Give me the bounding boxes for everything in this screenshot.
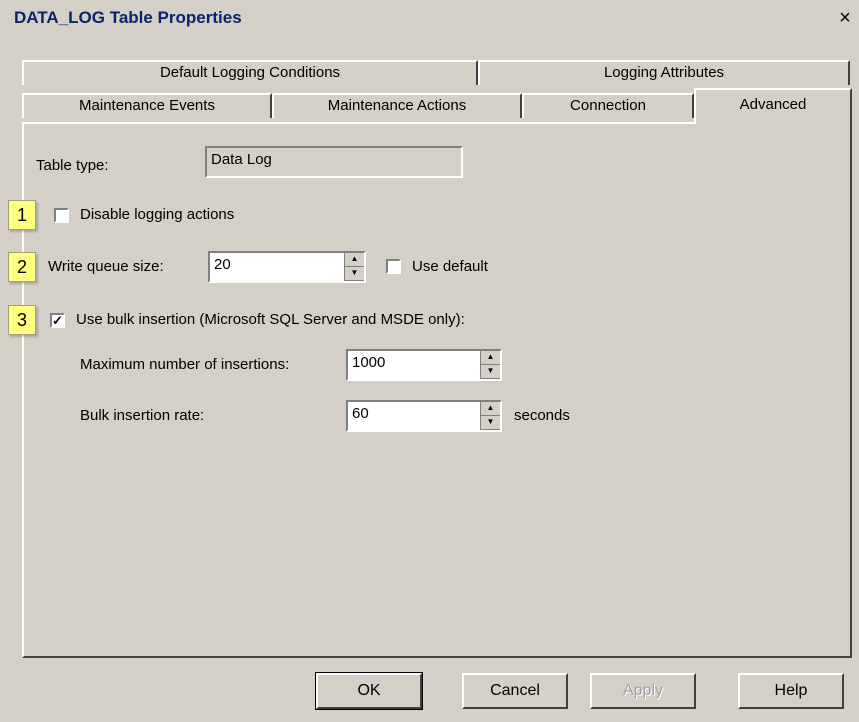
- max-insertions-label: Maximum number of insertions:: [80, 356, 290, 373]
- tab-maintenance-events[interactable]: Maintenance Events: [22, 93, 272, 118]
- spin-down-icon[interactable]: ▼: [481, 416, 500, 430]
- write-queue-spinner[interactable]: ▲ ▼: [344, 253, 364, 281]
- max-insertions-spinner[interactable]: ▲ ▼: [480, 351, 500, 379]
- spin-up-icon[interactable]: ▲: [481, 351, 500, 365]
- tab-label: Maintenance Actions: [327, 97, 467, 114]
- tab-label: Maintenance Events: [79, 97, 215, 114]
- bulk-rate-value: 60: [352, 405, 369, 422]
- bulk-insertion-checkbox[interactable]: ✓: [50, 313, 65, 328]
- callout-3: 3: [8, 305, 36, 335]
- write-queue-value: 20: [214, 256, 231, 273]
- disable-logging-label: Disable logging actions: [80, 206, 235, 223]
- tab-label: Default Logging Conditions: [159, 64, 341, 81]
- title-bar: DATA_LOG Table Properties ×: [0, 0, 859, 38]
- use-default-checkbox[interactable]: [386, 259, 401, 274]
- table-type-label: Table type:: [36, 157, 109, 174]
- disable-logging-checkbox[interactable]: [54, 208, 69, 223]
- write-queue-input[interactable]: 20 ▲ ▼: [208, 251, 366, 283]
- bulk-rate-spinner[interactable]: ▲ ▼: [480, 402, 500, 430]
- bulk-insertion-label: Use bulk insertion (Microsoft SQL Server…: [76, 311, 465, 328]
- tab-label: Connection: [570, 97, 646, 114]
- tab-connection[interactable]: Connection: [522, 93, 694, 118]
- cancel-button[interactable]: Cancel: [462, 673, 568, 709]
- tab-label: Advanced: [739, 96, 807, 113]
- tab-label: Logging Attributes: [603, 64, 725, 81]
- table-type-value: Data Log: [211, 151, 272, 168]
- spin-up-icon[interactable]: ▲: [481, 402, 500, 416]
- spin-up-icon[interactable]: ▲: [345, 253, 364, 267]
- use-default-label: Use default: [412, 258, 488, 275]
- table-type-field: Data Log: [205, 146, 463, 178]
- spin-down-icon[interactable]: ▼: [481, 365, 500, 379]
- window-title: DATA_LOG Table Properties: [14, 8, 242, 27]
- bulk-rate-input[interactable]: 60 ▲ ▼: [346, 400, 502, 432]
- tab-default-logging-conditions[interactable]: Default Logging Conditions: [22, 60, 478, 85]
- tab-advanced[interactable]: Advanced: [694, 88, 852, 124]
- help-button[interactable]: Help: [738, 673, 844, 709]
- bulk-rate-unit: seconds: [514, 407, 570, 424]
- callout-2: 2: [8, 252, 36, 282]
- apply-button[interactable]: Apply: [590, 673, 696, 709]
- spin-down-icon[interactable]: ▼: [345, 267, 364, 281]
- max-insertions-value: 1000: [352, 354, 386, 371]
- callout-1: 1: [8, 200, 36, 230]
- close-icon[interactable]: ×: [836, 8, 854, 28]
- max-insertions-input[interactable]: 1000 ▲ ▼: [346, 349, 502, 381]
- bulk-rate-label: Bulk insertion rate:: [80, 407, 205, 424]
- ok-button[interactable]: OK: [315, 672, 423, 710]
- tab-maintenance-actions[interactable]: Maintenance Actions: [272, 93, 522, 118]
- advanced-panel: [22, 122, 852, 658]
- tab-logging-attributes[interactable]: Logging Attributes: [478, 60, 850, 85]
- write-queue-label: Write queue size:: [48, 258, 164, 275]
